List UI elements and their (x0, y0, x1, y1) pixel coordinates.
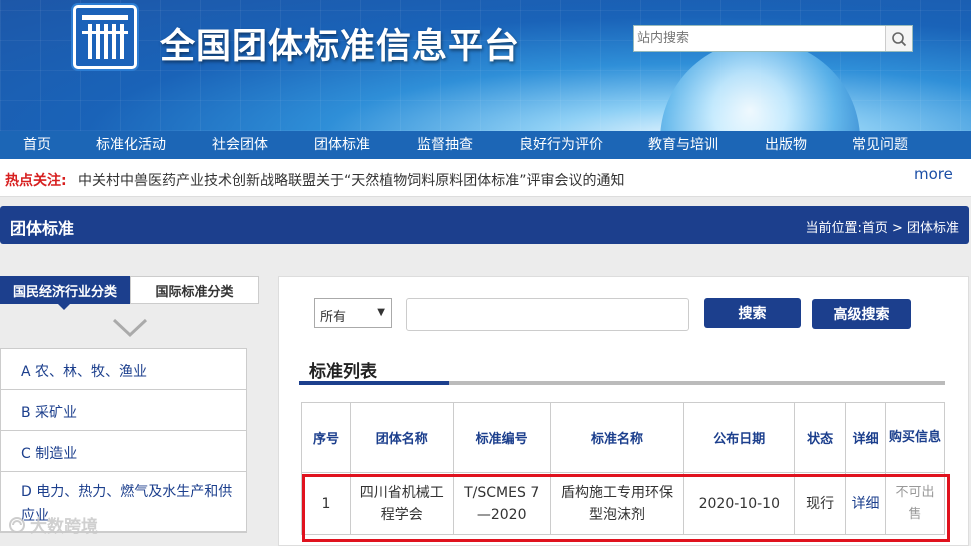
col-header: 标准编号 (452, 402, 551, 473)
search-icon (892, 31, 907, 46)
header-banner: 全国团体标准信息平台 (0, 0, 971, 131)
col-header: 序号 (301, 402, 351, 473)
watermark: 大数跨境 (8, 512, 98, 537)
row-detail-link[interactable]: 详细 (845, 472, 887, 535)
underline-active (299, 381, 449, 385)
nav-item-evaluation[interactable]: 良好行为评价 (519, 131, 603, 159)
main-nav: 首页 标准化活动 社会团体 团体标准 监督抽查 良好行为评价 教育与培训 出版物… (0, 131, 971, 159)
category-item-c[interactable]: C 制造业 (1, 431, 246, 472)
tab-international-classification[interactable]: 国际标准分类 (130, 276, 259, 304)
row-index: 1 (301, 472, 351, 535)
col-header: 团体名称 (349, 402, 454, 473)
advanced-search-button[interactable]: 高级搜索 (812, 299, 911, 329)
tab-industry-label: 国民经济行业分类 (12, 284, 117, 300)
caret-down-icon: ▼ (377, 307, 385, 318)
category-list: A 农、林、牧、渔业 B 采矿业 C 制造业 D 电力、热力、燃气及水生产和供应… (0, 348, 247, 533)
col-header: 标准名称 (549, 402, 685, 473)
tab-international-label: 国际标准分类 (155, 284, 234, 300)
nav-item-faq[interactable]: 常见问题 (852, 131, 908, 159)
standards-table: 序号 团体名称 标准编号 标准名称 公布日期 状态 详细 购买信息 1 四川省机… (301, 402, 945, 535)
row-purchase-info: 不可出售 (885, 472, 945, 535)
hot-news-bar: 热点关注: 中关村中兽医药产业技术创新战略联盟关于“天然植物饲料原料团体标准”评… (0, 159, 971, 197)
site-search-input[interactable] (634, 26, 885, 51)
row-publish-date: 2020-10-10 (683, 472, 796, 535)
site-logo[interactable] (73, 5, 137, 69)
section-title: 团体标准 (10, 219, 75, 238)
row-organization: 四川省机械工程学会 (349, 472, 454, 535)
nav-item-inspection[interactable]: 监督抽查 (417, 131, 473, 159)
nav-item-organizations[interactable]: 社会团体 (212, 131, 268, 159)
section-header: 团体标准 当前位置:首页 > 团体标准 (0, 206, 969, 244)
nav-item-home[interactable]: 首页 (23, 131, 51, 159)
nav-item-standardization[interactable]: 标准化活动 (96, 131, 166, 159)
keyword-input[interactable] (406, 298, 689, 331)
row-status: 现行 (794, 472, 847, 535)
col-header: 公布日期 (683, 402, 796, 473)
logo-icon (82, 15, 128, 59)
nav-item-publications[interactable]: 出版物 (765, 131, 807, 159)
hot-news-link[interactable]: 中关村中兽医药产业技术创新战略联盟关于“天然植物饲料原料团体标准”评审会议的通知 (78, 170, 625, 190)
chevron-down-icon[interactable] (112, 318, 148, 338)
table-row: 1 四川省机械工程学会 T/SCMES 7—2020 盾构施工专用环保型泡沫剂 … (301, 472, 945, 535)
tab-industry-classification[interactable]: 国民经济行业分类 (0, 276, 130, 310)
classification-tabs: 国民经济行业分类 国际标准分类 (0, 276, 259, 310)
site-search-button[interactable] (885, 26, 912, 51)
breadcrumb[interactable]: 当前位置:首页 > 团体标准 (805, 217, 959, 236)
search-button[interactable]: 搜索 (704, 298, 801, 328)
site-title: 全国团体标准信息平台 (160, 27, 521, 67)
col-header: 购买信息 (885, 402, 945, 473)
tab-pointer (58, 304, 70, 310)
category-item-a[interactable]: A 农、林、牧、渔业 (1, 349, 246, 390)
site-search (633, 25, 913, 52)
row-standard-number: T/SCMES 7—2020 (452, 472, 551, 535)
row-standard-name[interactable]: 盾构施工专用环保型泡沫剂 (549, 472, 685, 535)
more-link[interactable]: more (914, 165, 953, 183)
hot-news-label: 热点关注: (5, 173, 67, 189)
col-header: 详细 (845, 402, 887, 473)
scope-select-value: 所有 (320, 310, 347, 325)
list-title: 标准列表 (309, 362, 377, 382)
table-header-row: 序号 团体名称 标准编号 标准名称 公布日期 状态 详细 购买信息 (301, 402, 945, 473)
watermark-text: 大数跨境 (30, 517, 98, 537)
list-title-underline (299, 381, 945, 385)
category-item-b[interactable]: B 采矿业 (1, 390, 246, 431)
nav-item-group-standards[interactable]: 团体标准 (314, 131, 370, 159)
watermark-logo-icon (9, 516, 25, 533)
col-header: 状态 (794, 402, 847, 473)
scope-select[interactable]: 所有 ▼ (314, 298, 392, 328)
standards-panel: 所有 ▼ 搜索 高级搜索 标准列表 序号 团体名称 标准编号 标准名称 公布日期… (278, 276, 969, 546)
nav-item-training[interactable]: 教育与培训 (648, 131, 718, 159)
